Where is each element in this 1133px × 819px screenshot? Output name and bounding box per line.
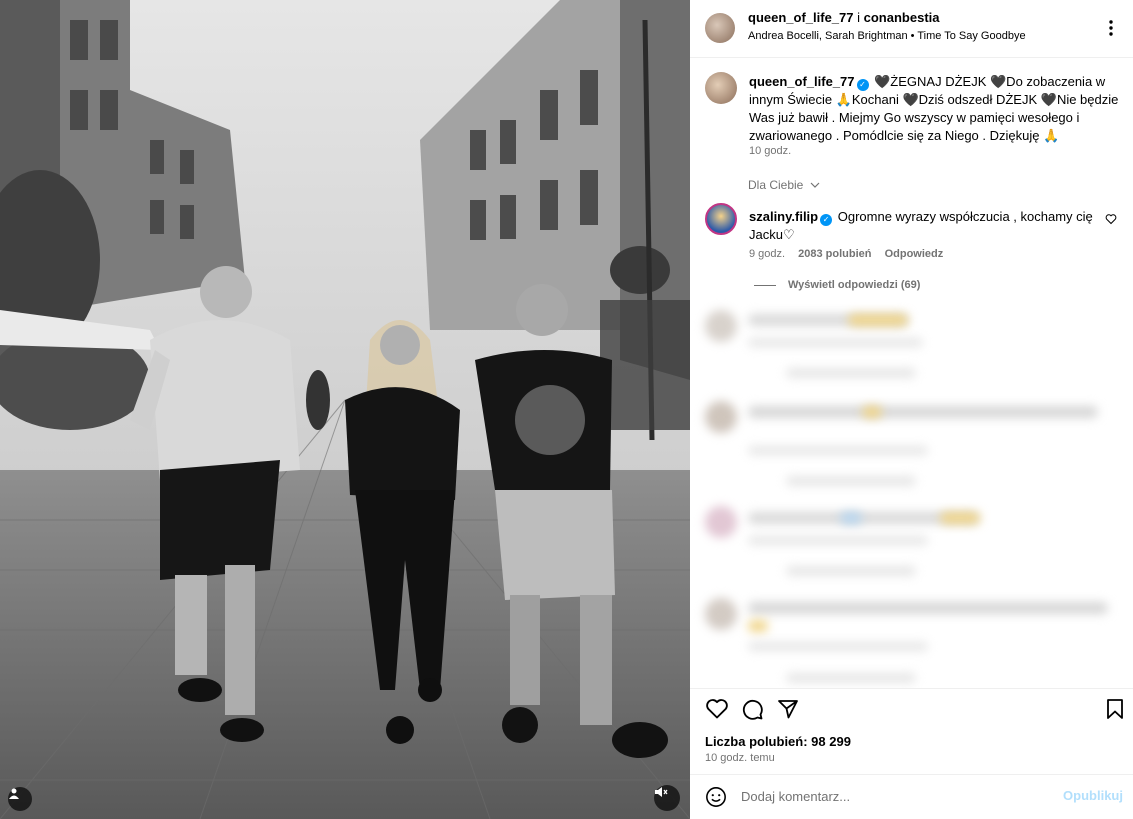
comment-reply-button[interactable]: Odpowiedz [885,248,944,260]
user-tag-icon[interactable] [8,787,32,811]
comment-icon[interactable] [740,697,764,721]
avatar[interactable] [705,203,737,235]
comment-sort-dropdown[interactable]: Dla Ciebie [748,178,820,192]
post-actions: Liczba polubień: 98 299 10 godz. temu Do… [690,688,1133,818]
mute-icon[interactable] [654,785,680,811]
avatar[interactable] [705,72,737,104]
author-separator: i [857,10,861,25]
more-icon[interactable] [1103,18,1119,38]
author-link-2[interactable]: conanbestia [864,10,940,25]
author-link-1[interactable]: queen_of_life_77 [748,10,854,25]
avatar[interactable] [705,13,735,43]
view-replies-label: Wyświetl odpowiedzi (69) [788,279,921,291]
comment-text-block: szaliny.filip ✓ Ogromne wyrazy współczuci… [749,208,1094,244]
post-authors: queen_of_life_77 i conanbestia [748,10,940,25]
comment-username[interactable]: szaliny.filip [749,209,818,224]
comment-meta: 9 godz. 2083 polubień Odpowiedz [749,248,953,260]
add-comment-bar: Dodaj komentarz... Opublikuj [690,774,1133,819]
share-icon[interactable] [776,697,800,721]
caption-timestamp[interactable]: 10 godz. [749,145,791,157]
emoji-icon[interactable] [705,786,727,808]
blurred-comments [690,298,1133,688]
comment-likes[interactable]: 2083 polubień [798,248,871,260]
comment-input[interactable]: Dodaj komentarz... [741,789,850,804]
comment-time[interactable]: 9 godz. [749,248,785,260]
likes-count[interactable]: Liczba polubień: 98 299 [705,734,851,749]
chevron-down-icon [810,182,820,188]
post-side-panel: queen_of_life_77 i conanbestia Andrea Bo… [690,0,1133,819]
bookmark-icon[interactable] [1103,697,1127,721]
post-header: queen_of_life_77 i conanbestia Andrea Bo… [690,0,1133,58]
heart-icon[interactable] [705,697,729,721]
verified-icon: ✓ [820,214,833,226]
replies-divider [754,284,776,286]
caption-text-block: queen_of_life_77 ✓ 🖤ŻEGNAJ DŻEJK 🖤Do zoba… [749,73,1119,145]
publish-button[interactable]: Opublikuj [1063,788,1123,803]
comment-sort-label: Dla Ciebie [748,178,804,192]
post-timestamp[interactable]: 10 godz. temu [705,752,775,764]
view-replies-button[interactable]: Wyświetl odpowiedzi (69) [754,279,920,291]
heart-icon[interactable] [1105,212,1117,225]
street-photo-illustration [0,0,690,819]
verified-icon: ✓ [856,79,869,91]
post-photo[interactable] [0,0,690,819]
audio-track-link[interactable]: Andrea Bocelli, Sarah Brightman • Time T… [748,30,1026,42]
caption-username[interactable]: queen_of_life_77 [749,74,855,89]
